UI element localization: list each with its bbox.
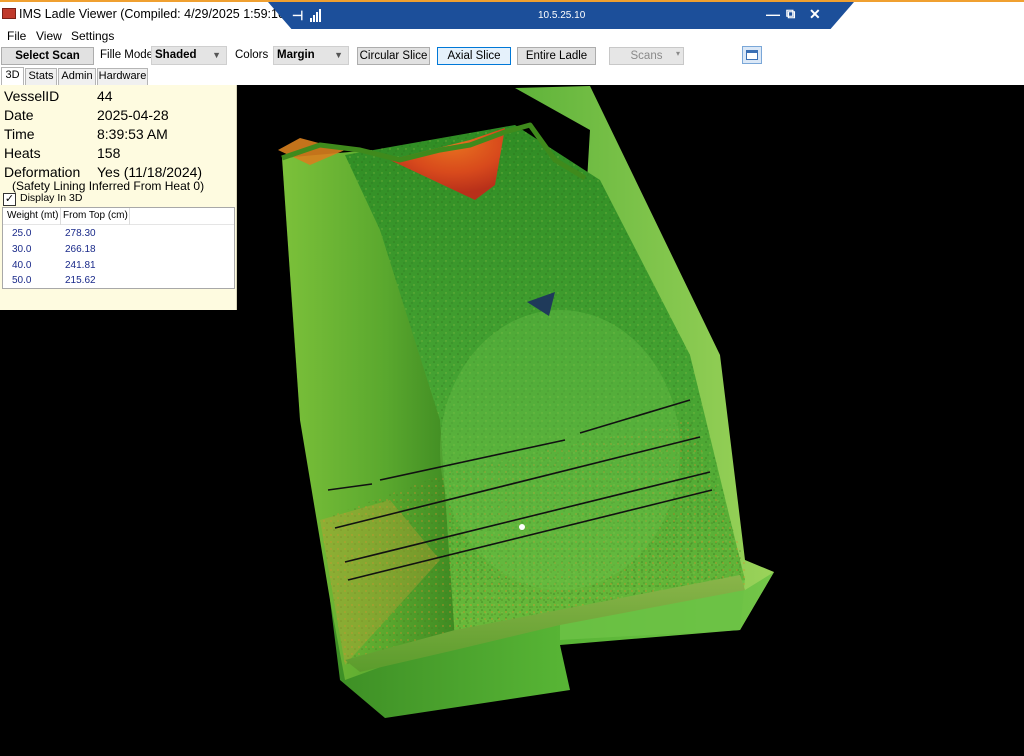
title-bar-accent bbox=[0, 0, 1024, 2]
table-row[interactable]: 50.0 215.62 bbox=[3, 274, 234, 290]
close-icon[interactable]: ✕ bbox=[809, 6, 821, 23]
cursor-dot bbox=[519, 524, 525, 530]
info-value: Yes (11/18/2024) bbox=[97, 164, 203, 180]
from-top-cell: 278.30 bbox=[65, 228, 96, 239]
scans-label: Scans bbox=[630, 50, 663, 62]
scan-info-panel: VesselID 44 Date 2025-04-28 Time 8:39:53… bbox=[0, 85, 237, 310]
weight-cell: 30.0 bbox=[12, 244, 32, 255]
menu-bar: File View Settings bbox=[0, 29, 1024, 45]
colors-value: Margin bbox=[277, 49, 315, 61]
column-header-from-top[interactable]: From Top (cm) bbox=[63, 210, 128, 221]
info-label: Deformation bbox=[4, 164, 81, 180]
minimize-icon[interactable]: — bbox=[766, 6, 780, 22]
fill-mode-value: Shaded bbox=[155, 49, 197, 61]
info-label: Heats bbox=[4, 145, 41, 161]
window-icon[interactable] bbox=[742, 46, 762, 64]
restore-icon[interactable]: ⧉ bbox=[786, 6, 795, 22]
weight-cell: 50.0 bbox=[12, 275, 32, 286]
info-value: 158 bbox=[97, 145, 121, 161]
axial-slice-button[interactable]: Axial Slice bbox=[437, 47, 511, 65]
info-label: Date bbox=[4, 107, 34, 123]
menu-file[interactable]: File bbox=[7, 29, 26, 43]
entire-ladle-button[interactable]: Entire Ladle bbox=[517, 47, 596, 65]
info-label: Time bbox=[4, 126, 35, 142]
tab-strip: 3D Stats Admin Hardware bbox=[0, 67, 1024, 85]
window-title: IMS Ladle Viewer (Compiled: 4/29/2025 1:… bbox=[19, 7, 312, 21]
chevron-down-icon: ▾ bbox=[675, 49, 680, 58]
table-row[interactable]: 40.0 241.81 bbox=[3, 259, 234, 275]
weight-cell: 25.0 bbox=[12, 228, 32, 239]
weight-table: Weight (mt) From Top (cm) 25.0 278.30 30… bbox=[2, 207, 235, 289]
select-scan-button[interactable]: Select Scan bbox=[1, 47, 94, 65]
fill-mode-select[interactable]: Shaded ▼ bbox=[151, 46, 227, 65]
display-in-3d-checkbox[interactable]: ✓ bbox=[3, 193, 16, 206]
info-value: 2025-04-28 bbox=[97, 107, 169, 123]
table-row[interactable]: 25.0 278.30 bbox=[3, 227, 234, 243]
connection-signal-icon[interactable] bbox=[310, 9, 324, 22]
from-top-cell: 241.81 bbox=[65, 260, 96, 271]
tab-hardware[interactable]: Hardware bbox=[97, 68, 148, 85]
weight-cell: 40.0 bbox=[12, 260, 32, 271]
menu-view[interactable]: View bbox=[36, 29, 62, 43]
tab-3d[interactable]: 3D bbox=[1, 67, 24, 85]
weight-table-header: Weight (mt) From Top (cm) bbox=[3, 208, 234, 225]
remote-session-bar: ⊣ 10.5.25.10 — ⧉ ✕ bbox=[268, 2, 854, 29]
tab-admin[interactable]: Admin bbox=[58, 68, 96, 85]
menu-settings[interactable]: Settings bbox=[71, 29, 114, 43]
chevron-down-icon: ▼ bbox=[212, 50, 221, 60]
colors-label: Colors bbox=[235, 49, 269, 61]
from-top-cell: 215.62 bbox=[65, 275, 96, 286]
display-in-3d-label[interactable]: Display In 3D bbox=[20, 192, 82, 204]
info-value: 8:39:53 AM bbox=[97, 126, 168, 142]
from-top-cell: 266.18 bbox=[65, 244, 96, 255]
table-row[interactable]: 30.0 266.18 bbox=[3, 243, 234, 259]
info-value: 44 bbox=[97, 88, 113, 104]
fill-mode-label: Fille Mode bbox=[100, 49, 154, 61]
remote-ip-label: 10.5.25.10 bbox=[538, 10, 586, 21]
title-bar: IMS Ladle Viewer (Compiled: 4/29/2025 1:… bbox=[0, 0, 1024, 29]
circular-slice-button[interactable]: Circular Slice bbox=[357, 47, 430, 65]
scans-button[interactable]: Scans ▾ bbox=[609, 47, 684, 65]
colors-select[interactable]: Margin ▼ bbox=[273, 46, 349, 65]
pin-icon[interactable]: ⊣ bbox=[292, 8, 303, 24]
column-header-weight[interactable]: Weight (mt) bbox=[7, 210, 59, 221]
toolbar: Select Scan Fille Mode Shaded ▼ Colors M… bbox=[0, 45, 1024, 67]
info-label: VesselID bbox=[4, 88, 60, 104]
chevron-down-icon: ▼ bbox=[334, 50, 343, 60]
safety-lining-note: (Safety Lining Inferred From Heat 0) bbox=[12, 179, 205, 193]
tab-stats[interactable]: Stats bbox=[25, 68, 57, 85]
app-icon bbox=[2, 8, 16, 19]
